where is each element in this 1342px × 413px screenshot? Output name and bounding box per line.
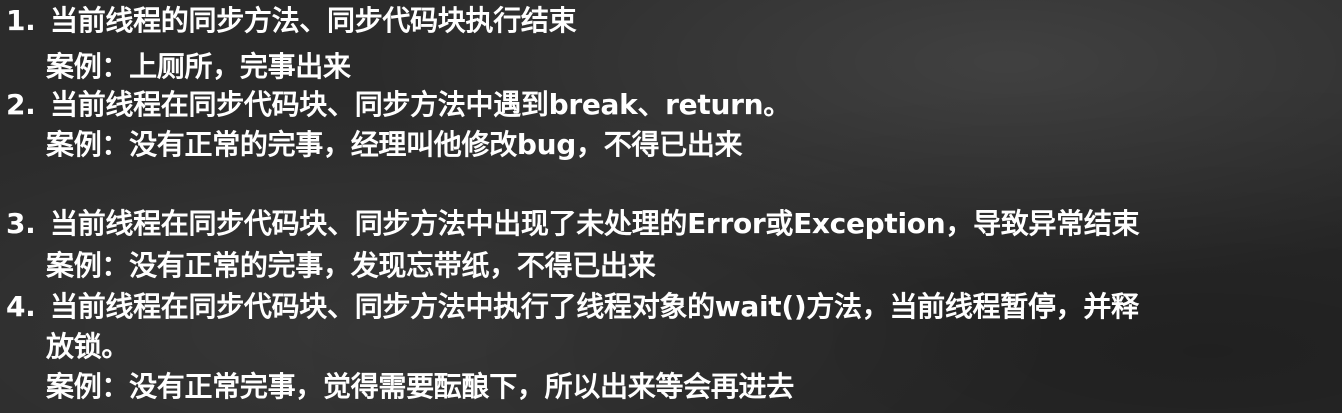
item-number: 4. <box>6 290 36 323</box>
item-text: 当前线程在同步代码块、同步方法中遇到break、return。 <box>50 88 791 121</box>
list-item-3: 3. 当前线程在同步代码块、同步方法中出现了未处理的Error或Exception… <box>0 207 1140 241</box>
item-number: 2. <box>6 88 36 121</box>
list-item-1: 1. 当前线程的同步方法、同步代码块执行结束 <box>0 4 577 38</box>
item-example: 案例：没有正常的完事，发现忘带纸，不得已出来 <box>46 249 656 282</box>
item-example: 案例：上厕所，完事出来 <box>46 50 351 83</box>
list-item-2: 2. 当前线程在同步代码块、同步方法中遇到break、return。 <box>0 88 791 122</box>
item-number: 1. <box>6 4 36 37</box>
list-item-4: 4. 当前线程在同步代码块、同步方法中执行了线程对象的wait()方法，当前线程暂… <box>0 290 1139 324</box>
item-text: 当前线程在同步代码块、同步方法中出现了未处理的Error或Exception，导… <box>50 207 1140 240</box>
item-text: 当前线程的同步方法、同步代码块执行结束 <box>50 4 577 37</box>
item-text: 当前线程在同步代码块、同步方法中执行了线程对象的wait()方法，当前线程暂停，… <box>50 290 1139 323</box>
item-example: 案例：没有正常的完事，经理叫他修改bug，不得已出来 <box>46 128 743 161</box>
item-example: 案例：没有正常完事，觉得需要酝酿下，所以出来等会再进去 <box>46 370 794 403</box>
item-number: 3. <box>6 207 36 240</box>
item-text-continued: 放锁。 <box>46 330 130 363</box>
slide-content: 1. 当前线程的同步方法、同步代码块执行结束 案例：上厕所，完事出来 2. 当前线程… <box>0 0 1342 413</box>
